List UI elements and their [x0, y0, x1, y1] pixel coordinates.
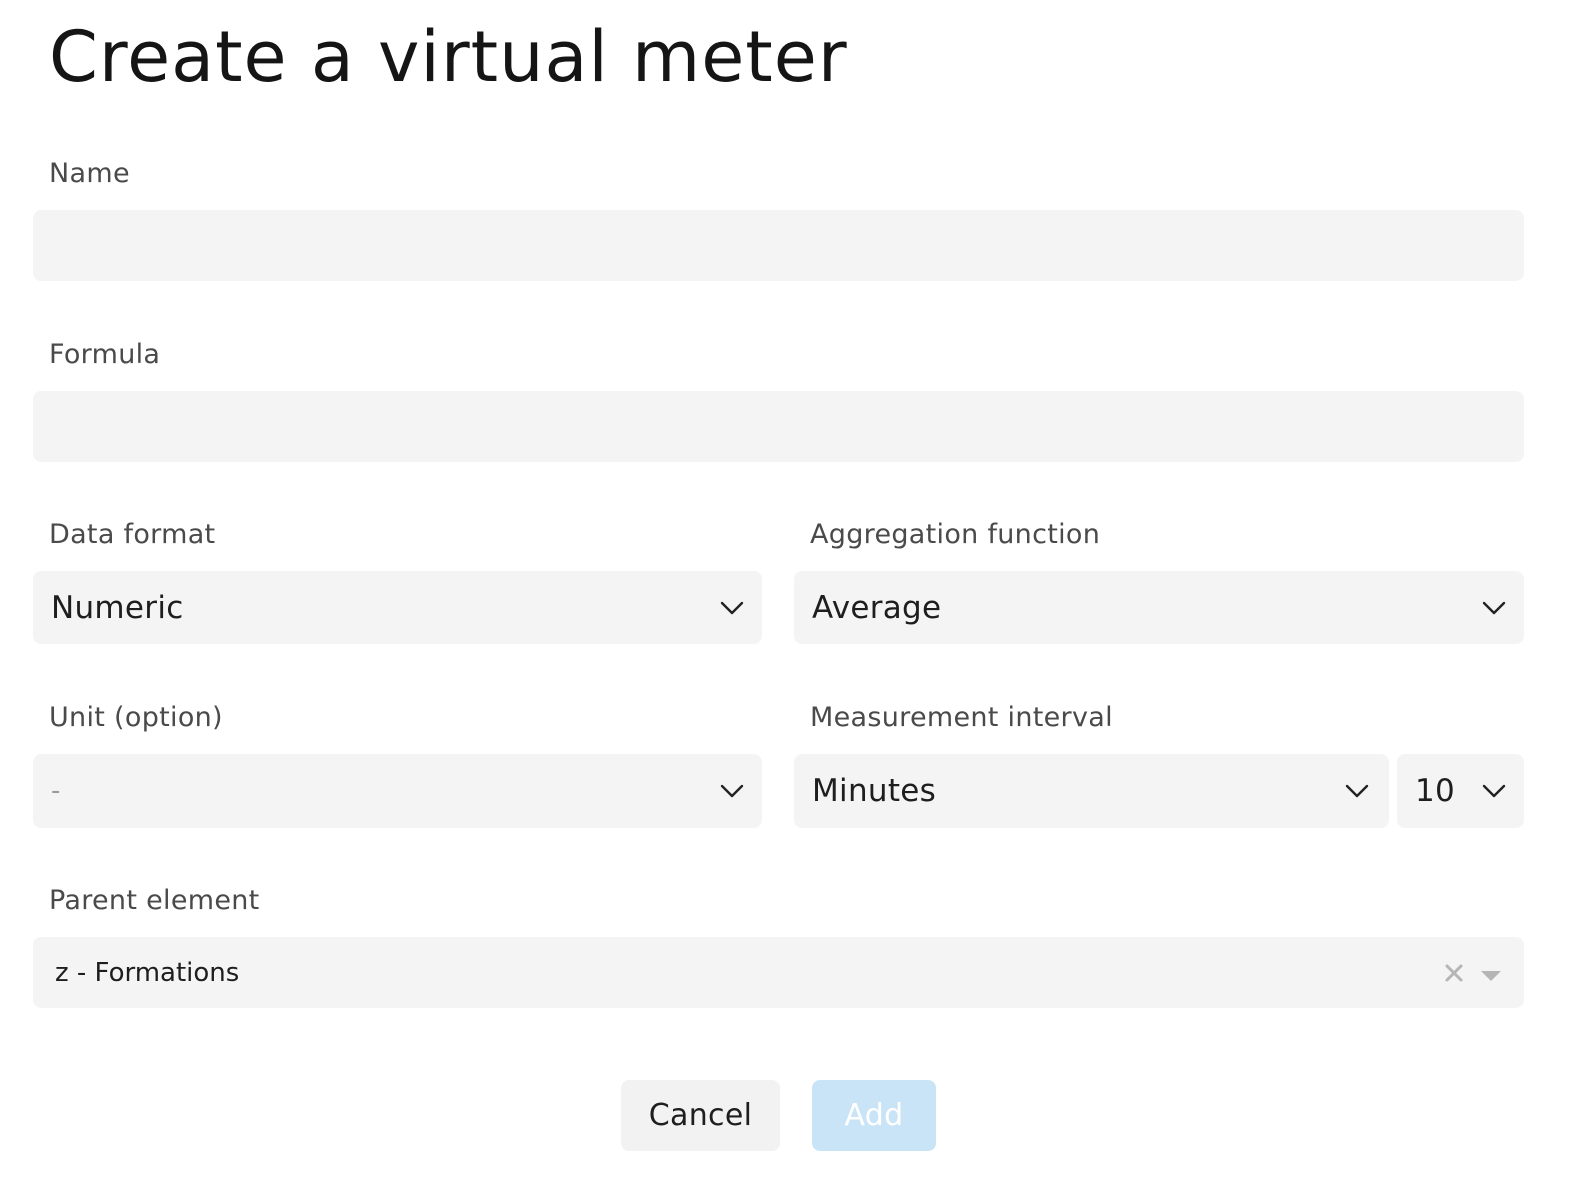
measurement-interval-amount-value: 10 — [1415, 773, 1456, 809]
aggregation-function-label: Aggregation function — [810, 519, 1101, 550]
chevron-down-icon — [1482, 601, 1506, 615]
chevron-down-icon — [1482, 784, 1506, 798]
unit-value: - — [51, 776, 61, 806]
measurement-interval-amount-select[interactable]: 10 — [1397, 754, 1524, 828]
caret-down-icon[interactable] — [1480, 967, 1502, 981]
name-input[interactable] — [33, 210, 1524, 281]
add-button[interactable]: Add — [812, 1080, 936, 1151]
chevron-down-icon — [1345, 784, 1369, 798]
formula-input[interactable] — [33, 391, 1524, 462]
data-format-label: Data format — [49, 519, 216, 550]
parent-element-value: z - Formations — [55, 957, 240, 988]
unit-label: Unit (option) — [49, 702, 223, 733]
cancel-button[interactable]: Cancel — [621, 1080, 780, 1151]
parent-element-label: Parent element — [49, 885, 260, 916]
chevron-down-icon — [720, 784, 744, 798]
measurement-interval-unit-select[interactable]: Minutes — [794, 754, 1389, 828]
dialog-title: Create a virtual meter — [49, 16, 848, 98]
data-format-select[interactable]: Numeric — [33, 571, 762, 644]
parent-element-select[interactable]: z - Formations — [33, 937, 1524, 1008]
name-label: Name — [49, 158, 130, 189]
formula-label: Formula — [49, 339, 161, 370]
measurement-interval-unit-value: Minutes — [812, 773, 937, 809]
aggregation-function-value: Average — [812, 589, 942, 626]
close-icon[interactable] — [1444, 963, 1464, 983]
create-virtual-meter-dialog: Create a virtual meter Name Formula Data… — [0, 0, 1582, 1184]
data-format-value: Numeric — [51, 589, 184, 626]
aggregation-function-select[interactable]: Average — [794, 571, 1524, 644]
measurement-interval-label: Measurement interval — [810, 702, 1113, 733]
unit-select[interactable]: - — [33, 754, 762, 828]
chevron-down-icon — [720, 601, 744, 615]
